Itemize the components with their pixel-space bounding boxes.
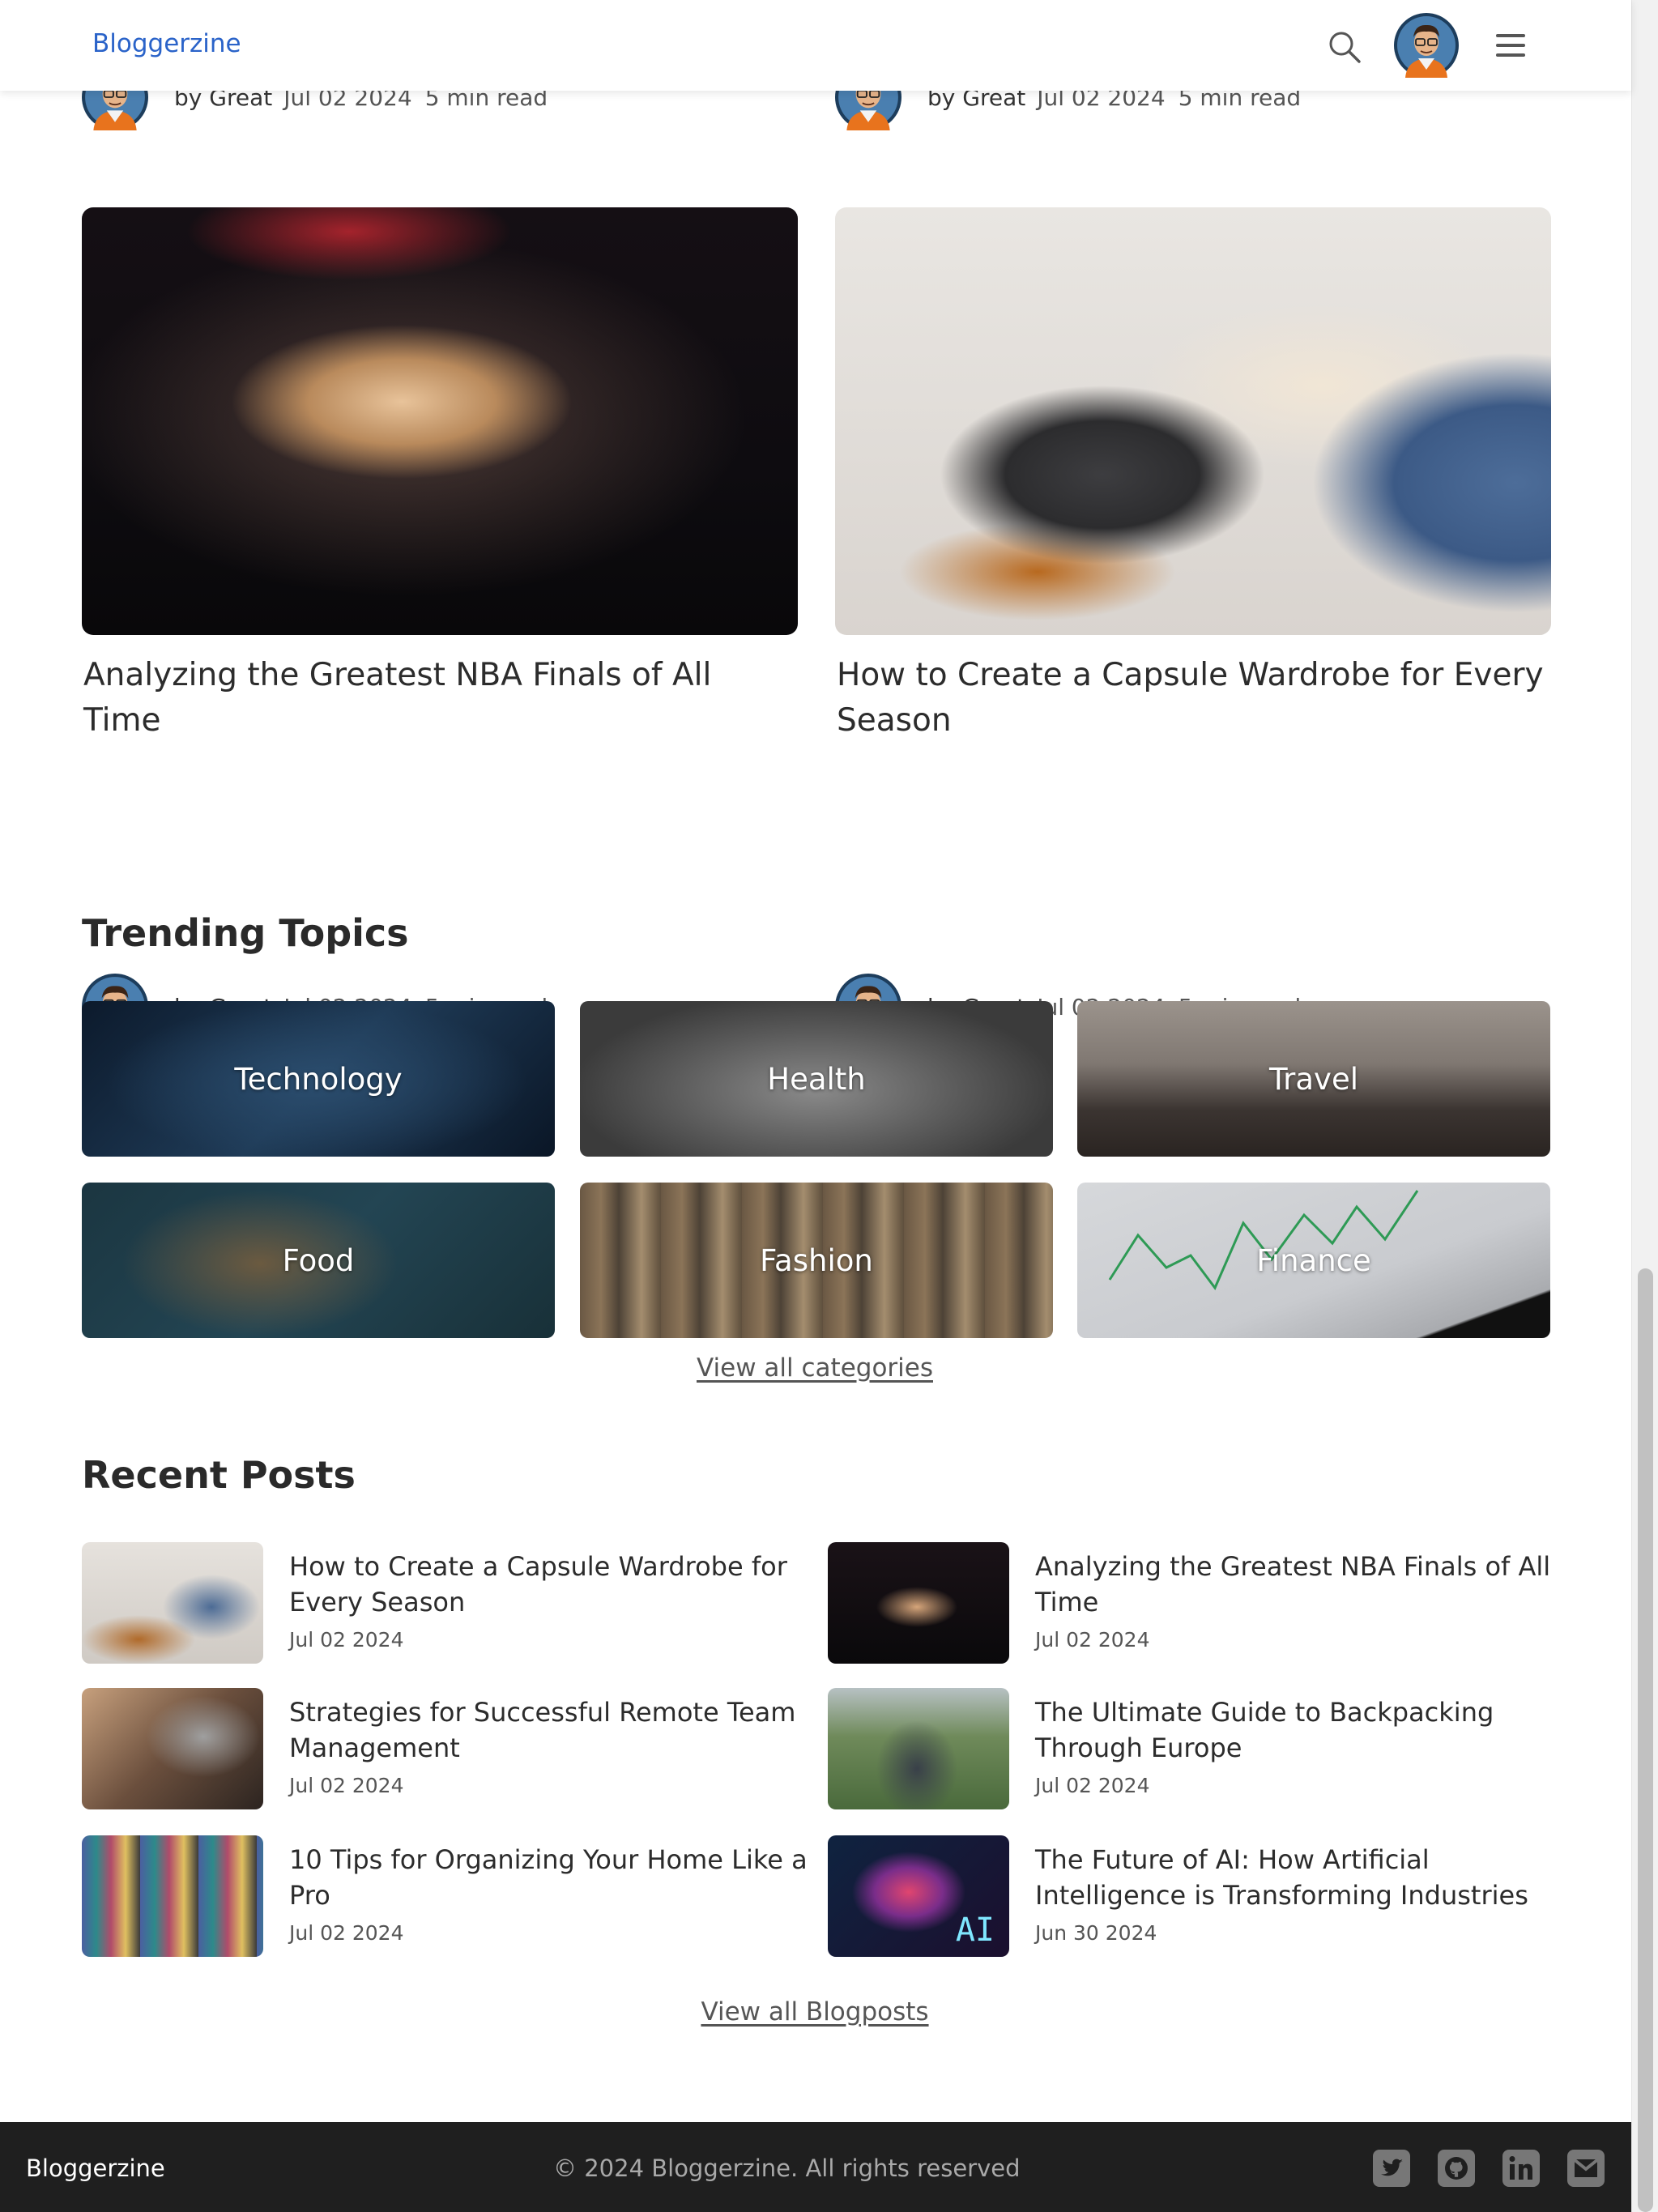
- twitter-icon[interactable]: [1371, 2148, 1412, 2189]
- view-all-blogposts-link[interactable]: View all Blogposts: [701, 1997, 928, 2027]
- gmail-icon[interactable]: [1566, 2148, 1606, 2189]
- recent-post-item[interactable]: Analyzing the Greatest NBA Finals of All…: [828, 1542, 1557, 1664]
- topic-label: Technology: [234, 1061, 403, 1097]
- recent-post-thumbnail[interactable]: [82, 1835, 263, 1957]
- ai-thumbnail-text: AI: [955, 1912, 995, 1949]
- topic-label: Health: [767, 1061, 866, 1097]
- recent-post-title[interactable]: Strategies for Successful Remote Team Ma…: [289, 1694, 808, 1766]
- hamburger-menu-icon[interactable]: [1493, 29, 1528, 62]
- recent-posts-heading: Recent Posts: [82, 1453, 356, 1497]
- topic-card-technology[interactable]: Technology: [82, 1001, 555, 1157]
- footer-brand[interactable]: Bloggerzine: [26, 2154, 165, 2182]
- topic-card-food[interactable]: Food: [82, 1183, 555, 1338]
- recent-post-date: Jul 02 2024: [1035, 1774, 1150, 1797]
- recent-post-title[interactable]: 10 Tips for Organizing Your Home Like a …: [289, 1842, 808, 1913]
- topic-card-finance[interactable]: Finance: [1077, 1183, 1550, 1338]
- recent-post-thumbnail[interactable]: [828, 1688, 1009, 1809]
- recent-post-title[interactable]: The Future of AI: How Artificial Intelli…: [1035, 1842, 1554, 1913]
- recent-post-item[interactable]: Strategies for Successful Remote Team Ma…: [82, 1688, 811, 1809]
- topic-card-fashion[interactable]: Fashion: [580, 1183, 1053, 1338]
- recent-post-title[interactable]: Analyzing the Greatest NBA Finals of All…: [1035, 1549, 1554, 1620]
- topic-card-travel[interactable]: Travel: [1077, 1001, 1550, 1157]
- site-header: Bloggerzine: [0, 0, 1631, 91]
- featured-post-card[interactable]: Analyzing the Greatest NBA Finals of All…: [82, 207, 798, 1040]
- topic-card-health[interactable]: Health: [580, 1001, 1053, 1157]
- recent-post-date: Jun 30 2024: [1035, 1921, 1157, 1945]
- recent-post-item[interactable]: The Ultimate Guide to Backpacking Throug…: [828, 1688, 1557, 1809]
- linkedin-icon[interactable]: [1501, 2148, 1541, 2189]
- search-icon[interactable]: [1325, 28, 1364, 66]
- page-scrollbar[interactable]: [1631, 0, 1658, 2212]
- recent-post-date: Jul 02 2024: [1035, 1628, 1150, 1652]
- topic-label: Finance: [1256, 1242, 1371, 1278]
- recent-post-thumbnail[interactable]: [82, 1542, 263, 1664]
- recent-post-item[interactable]: 10 Tips for Organizing Your Home Like a …: [82, 1835, 811, 1957]
- post-image-wardrobe[interactable]: [835, 207, 1551, 635]
- brand-logo-link[interactable]: Bloggerzine: [92, 29, 241, 58]
- topic-label: Food: [282, 1242, 355, 1278]
- recent-post-thumbnail[interactable]: [82, 1688, 263, 1809]
- github-icon[interactable]: [1436, 2148, 1477, 2189]
- post-title[interactable]: Analyzing the Greatest NBA Finals of All…: [83, 653, 796, 744]
- post-image-nba[interactable]: [82, 207, 798, 635]
- recent-post-thumbnail[interactable]: [828, 1542, 1009, 1664]
- post-title[interactable]: How to Create a Capsule Wardrobe for Eve…: [837, 653, 1549, 744]
- scrollbar-thumb[interactable]: [1638, 1268, 1653, 2212]
- trending-topics-heading: Trending Topics: [82, 911, 409, 955]
- site-footer: Bloggerzine © 2024 Bloggerzine. All righ…: [0, 2122, 1631, 2212]
- recent-post-item[interactable]: AI The Future of AI: How Artificial Inte…: [828, 1835, 1557, 1957]
- footer-copyright: © 2024 Bloggerzine. All rights reserved: [553, 2154, 1021, 2182]
- recent-post-title[interactable]: How to Create a Capsule Wardrobe for Eve…: [289, 1549, 808, 1620]
- recent-post-date: Jul 02 2024: [289, 1774, 404, 1797]
- view-all-categories-link[interactable]: View all categories: [697, 1353, 933, 1383]
- recent-post-date: Jul 02 2024: [289, 1628, 404, 1652]
- featured-post-card[interactable]: How to Create a Capsule Wardrobe for Eve…: [835, 207, 1551, 1040]
- recent-post-title[interactable]: The Ultimate Guide to Backpacking Throug…: [1035, 1694, 1554, 1766]
- recent-post-thumbnail[interactable]: AI: [828, 1835, 1009, 1957]
- recent-post-item[interactable]: How to Create a Capsule Wardrobe for Eve…: [82, 1542, 811, 1664]
- recent-post-date: Jul 02 2024: [289, 1921, 404, 1945]
- topic-label: Fashion: [760, 1242, 873, 1278]
- topic-label: Travel: [1269, 1061, 1358, 1097]
- user-avatar-button[interactable]: [1394, 13, 1459, 78]
